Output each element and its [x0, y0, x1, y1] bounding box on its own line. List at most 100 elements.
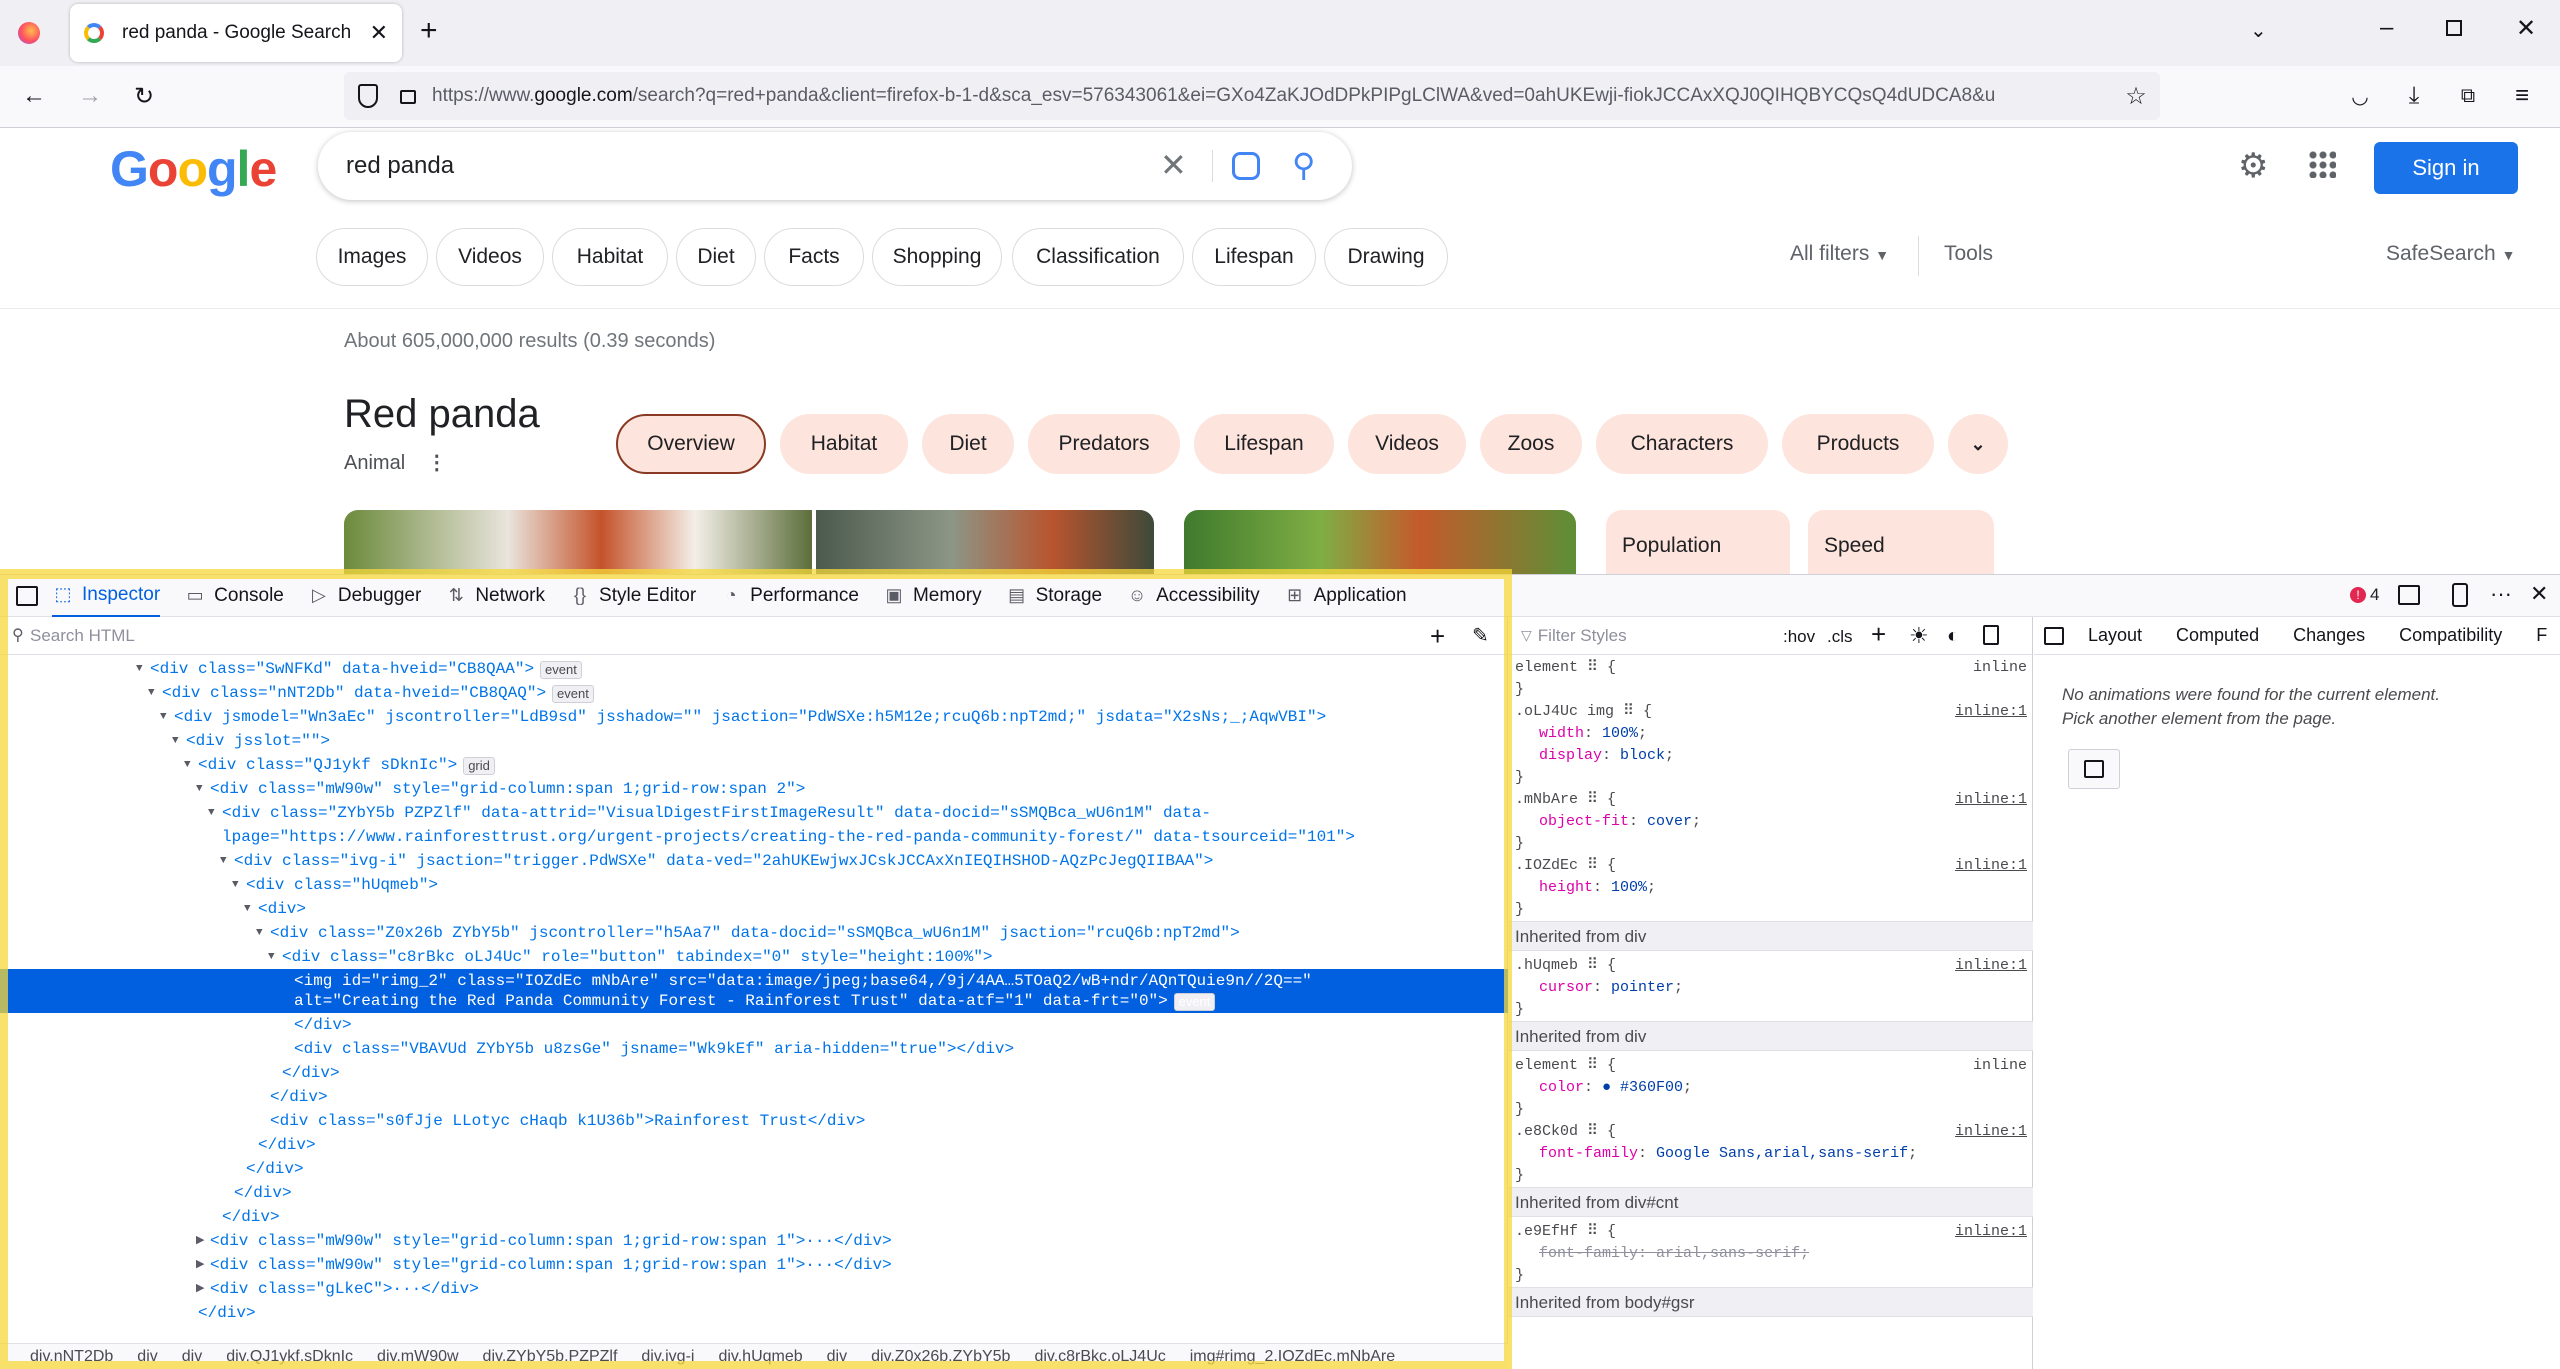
close-tab-icon[interactable]: ✕: [370, 20, 388, 46]
markup-row[interactable]: </div>: [0, 1061, 1508, 1085]
kp-tab-diet[interactable]: Diet: [922, 414, 1014, 474]
tab-changes[interactable]: Changes: [2293, 625, 2365, 646]
search-icon[interactable]: ⚲: [1292, 146, 1315, 184]
extensions-icon[interactable]: ⧉: [2454, 82, 2482, 110]
breadcrumb-item[interactable]: div: [827, 1348, 847, 1366]
chip-diet[interactable]: Diet: [676, 228, 756, 286]
markup-row[interactable]: ▶ <div class="mW90w" style="grid-column:s…: [0, 1229, 1508, 1253]
kp-tab-zoos[interactable]: Zoos: [1480, 414, 1582, 474]
kp-card-speed[interactable]: Speed: [1808, 510, 1994, 574]
kp-tab-habitat[interactable]: Habitat: [780, 414, 908, 474]
markup-row[interactable]: </div>: [0, 1157, 1508, 1181]
chip-facts[interactable]: Facts: [764, 228, 864, 286]
breadcrumb-item[interactable]: div: [182, 1348, 202, 1366]
markup-row[interactable]: </div>: [0, 1133, 1508, 1157]
collapse-twisty-icon[interactable]: ▼: [256, 921, 268, 945]
collapse-twisty-icon[interactable]: ▼: [232, 873, 244, 897]
markup-row[interactable]: ▼ <div>: [0, 897, 1508, 921]
hov-toggle[interactable]: :hov: [1783, 627, 1815, 647]
rule-source-link[interactable]: inline:1: [1955, 855, 2027, 877]
selected-node-row[interactable]: <img id="rimg_2" class="IOZdEc mNbAre" s…: [0, 969, 1508, 1013]
property-value[interactable]: 100%: [1611, 879, 1647, 896]
kp-tab-products[interactable]: Products: [1782, 414, 1934, 474]
markup-row[interactable]: ▼ <div class="hUqmeb">: [0, 873, 1508, 897]
collapse-twisty-icon[interactable]: ▼: [244, 897, 256, 921]
markup-row[interactable]: </div>: [0, 1013, 1508, 1037]
lock-icon[interactable]: [400, 90, 416, 104]
chip-images[interactable]: Images: [316, 228, 428, 286]
rule-source-link[interactable]: inline:1: [1955, 789, 2027, 811]
property-value[interactable]: 100%: [1602, 725, 1638, 742]
rule-source-link[interactable]: inline: [1973, 657, 2027, 679]
back-icon[interactable]: ←: [20, 82, 48, 110]
event-badge[interactable]: event: [552, 685, 594, 703]
list-all-tabs-icon[interactable]: ⌄: [2250, 18, 2267, 43]
collapse-twisty-icon[interactable]: ▼: [148, 681, 160, 705]
menu-icon[interactable]: ≡: [2508, 82, 2536, 110]
tab-application[interactable]: ⊞ Application: [1284, 575, 1407, 617]
google-apps-icon[interactable]: [2308, 150, 2336, 178]
property-name[interactable]: object-fit: [1539, 813, 1629, 830]
breadcrumb-item[interactable]: div.ZYbY5b.PZPZlf: [483, 1348, 618, 1366]
breadcrumb-item[interactable]: div.mW90w: [377, 1348, 459, 1366]
rule-source-link[interactable]: inline:1: [1955, 1221, 2027, 1243]
tab-network[interactable]: ⇅ Network: [445, 575, 545, 617]
kp-tab-videos[interactable]: Videos: [1348, 414, 1466, 474]
cls-toggle[interactable]: .cls: [1827, 627, 1853, 647]
markup-row[interactable]: <div class="VBAVUd ZYbY5b u8zsGe" jsname…: [0, 1037, 1508, 1061]
split-console-icon[interactable]: [2398, 585, 2420, 605]
reload-icon[interactable]: ↻: [130, 82, 158, 110]
breadcrumb-item[interactable]: div.ivg-i: [641, 1348, 694, 1366]
markup-row[interactable]: ▶ <div class="gLkeC">···</div>: [0, 1277, 1508, 1301]
markup-row[interactable]: ▼ <div class="SwNFKd" data-hveid="CB8QAA"…: [0, 657, 1508, 681]
event-badge[interactable]: event: [1173, 993, 1216, 1011]
markup-row[interactable]: ▼ <div class="ZYbY5b PZPZlf" data-attrid=…: [0, 801, 1508, 825]
breadcrumb-item[interactable]: img#rimg_2.IOZdEc.mNbAre: [1190, 1348, 1395, 1366]
collapse-twisty-icon[interactable]: ▼: [196, 777, 208, 801]
tab-computed[interactable]: Computed: [2176, 625, 2259, 646]
minimize-icon[interactable]: –: [2380, 14, 2393, 42]
tab-style-editor[interactable]: {} Style Editor: [569, 575, 696, 617]
collapse-twisty-icon[interactable]: ▼: [184, 753, 196, 777]
chip-drawing[interactable]: Drawing: [1324, 228, 1448, 286]
dark-mode-icon[interactable]: ◐: [1947, 625, 1959, 648]
markup-row[interactable]: ▼ <div class="ivg-i" jsaction="trigger.Pd…: [0, 849, 1508, 873]
breadcrumb-item[interactable]: div.nNT2Db: [30, 1348, 113, 1366]
markup-row[interactable]: ▶ <div class="mW90w" style="grid-column:s…: [0, 1253, 1508, 1277]
chip-classification[interactable]: Classification: [1012, 228, 1184, 286]
markup-row[interactable]: lpage="https://www.rainforesttrust.org/u…: [0, 825, 1508, 849]
grid-badge[interactable]: grid: [463, 757, 495, 775]
markup-row[interactable]: ▼ <div jsmodel="Wn3aEc" jscontroller="LdB…: [0, 705, 1508, 729]
search-html-input[interactable]: Search HTML: [30, 626, 135, 646]
property-name[interactable]: color: [1539, 1079, 1584, 1096]
property-value[interactable]: ● #360F00: [1602, 1079, 1683, 1096]
markup-row[interactable]: </div>: [0, 1205, 1508, 1229]
all-filters-dropdown[interactable]: All filters ▼: [1790, 242, 1889, 266]
markup-row[interactable]: </div>: [0, 1301, 1508, 1325]
collapse-twisty-icon[interactable]: ▼: [268, 945, 280, 969]
rule-source-link[interactable]: inline:1: [1955, 1121, 2027, 1143]
property-name[interactable]: width: [1539, 725, 1584, 742]
lens-icon[interactable]: [1232, 152, 1260, 180]
property-value[interactable]: Google Sans,arial,sans-serif: [1656, 1145, 1908, 1162]
chip-shopping[interactable]: Shopping: [872, 228, 1002, 286]
breadcrumb-item[interactable]: div: [137, 1348, 157, 1366]
red-panda-image-3[interactable]: [1184, 510, 1576, 574]
google-logo[interactable]: Google: [110, 140, 277, 198]
add-node-icon[interactable]: +: [1430, 621, 1445, 652]
collapse-twisty-icon[interactable]: ▼: [208, 801, 220, 825]
more-options-icon[interactable]: ⋮: [427, 452, 447, 474]
breadcrumb-item[interactable]: div.QJ1ykf.sDknIc: [226, 1348, 353, 1366]
filter-styles-input[interactable]: Filter Styles: [1538, 626, 1627, 646]
tab-overflow[interactable]: F: [2536, 625, 2547, 646]
property-name[interactable]: cursor: [1539, 979, 1593, 996]
shield-icon[interactable]: [358, 84, 378, 108]
red-panda-image-2[interactable]: [816, 510, 1154, 574]
error-count-badge[interactable]: ! 4: [2350, 585, 2379, 605]
collapse-twisty-icon[interactable]: ▼: [172, 729, 184, 753]
property-name[interactable]: font-family: [1539, 1245, 1638, 1262]
tab-accessibility[interactable]: ☺ Accessibility: [1126, 575, 1260, 617]
kp-tab-overview[interactable]: Overview: [616, 414, 766, 474]
markup-row[interactable]: ▼ <div class="Z0x26b ZYbY5b" jscontroller…: [0, 921, 1508, 945]
light-mode-icon[interactable]: ☀: [1909, 623, 1929, 649]
